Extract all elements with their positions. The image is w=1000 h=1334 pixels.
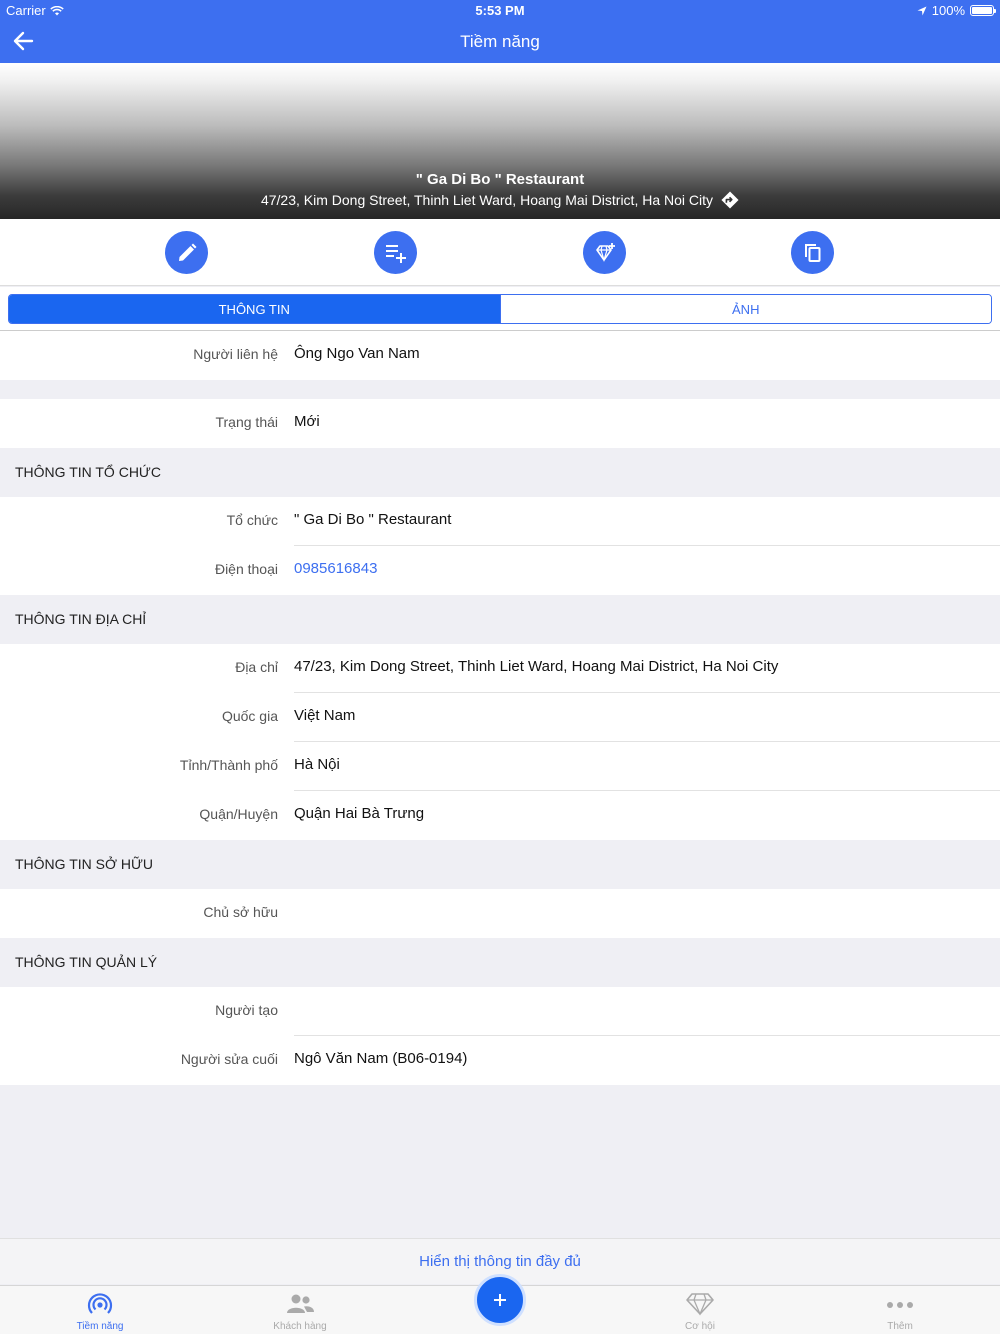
section-title: THÔNG TIN TỔ CHỨC [15,464,161,480]
country-label: Quốc gia [221,708,278,724]
show-full-link[interactable]: Hiển thị thông tin đầy đủ [419,1253,581,1270]
diamond-icon [686,1293,714,1316]
segmented-control: THÔNG TIN ẢNH [8,294,992,324]
province-row: Tỉnh/Thành phố Hà Nội [0,742,1000,791]
status-row: Trạng thái Mới [0,399,1000,448]
modifier-row: Người sửa cuối Ngô Văn Nam (B06-0194) [0,1036,1000,1085]
tab-customers[interactable]: Khách hàng [240,1286,360,1334]
status-label: Trạng thái [215,414,278,430]
tab-label: Cơ hội [685,1321,715,1332]
battery-percent: 100% [931,3,965,18]
contact-row: Người liên hệ Ông Ngo Van Nam [0,331,1000,380]
owner-section-header: THÔNG TIN SỞ HỮU [0,840,1000,889]
people-icon [287,1294,314,1313]
org-section-header: THÔNG TIN TỔ CHỨC [0,448,1000,497]
phone-label: Điện thoại [214,561,278,577]
copy-icon [804,243,820,262]
nav-bar: Tiềm năng [0,20,1000,63]
contact-value: Ông Ngo Van Nam [294,345,420,362]
address-section-header: THÔNG TIN ĐỊA CHỈ [0,595,1000,644]
section-title: THÔNG TIN SỞ HỮU [15,856,154,872]
modifier-value: Ngô Văn Nam (B06-0194) [294,1050,468,1067]
add-activity-button[interactable] [374,231,417,274]
location-arrow-icon [917,6,927,15]
contact-name: Ngo Van Nam [326,345,420,362]
district-label: Quận/Huyện [199,806,278,822]
tab-label: Thêm [887,1321,913,1332]
edit-button[interactable] [165,231,208,274]
country-value: Việt Nam [294,707,356,724]
status-right: 100% [917,3,996,18]
spacer [0,380,1000,399]
tab-label: Khách hàng [273,1321,327,1332]
province-value: Hà Nội [294,756,340,773]
phone-row: Điện thoại 0985616843 [0,546,1000,595]
section-title: THÔNG TIN QUẢN LÝ [15,954,158,970]
battery-icon [970,5,996,16]
plus-icon [494,1294,506,1306]
add-button[interactable] [474,1274,526,1326]
segment-container: THÔNG TIN ẢNH [0,287,1000,331]
address-label: Địa chỉ [235,659,278,675]
section-title: THÔNG TIN ĐỊA CHỈ [15,611,147,627]
lead-name: " Ga Di Bo " Restaurant [415,171,585,188]
lead-address: 47/23, Kim Dong Street, Thinh Liet Ward,… [260,192,714,208]
owner-row: Chủ sở hữu [0,889,1000,938]
modifier-label: Người sửa cuối [180,1051,278,1067]
tab-opportunities[interactable]: Cơ hội [640,1286,760,1334]
action-bar [0,219,1000,286]
detail-list: Người liên hệ Ông Ngo Van Nam Trạng thái… [0,331,1000,1085]
creator-label: Người tạo [215,1002,278,1018]
lead-address-line: 47/23, Kim Dong Street, Thinh Liet Ward,… [0,191,1000,209]
arrow-left-icon [13,31,34,51]
more-dots-icon [887,1302,913,1308]
back-button[interactable] [8,26,38,56]
district-value: Quận Hai Bà Trưng [294,805,425,822]
tab-photos[interactable]: ẢNH [499,295,991,323]
creator-row: Người tạo [0,987,1000,1036]
organization-value: " Ga Di Bo " Restaurant [294,511,452,528]
status-value: Mới [294,413,320,430]
owner-label: Chủ sở hữu [203,904,278,920]
organization-row: Tổ chức " Ga Di Bo " Restaurant [0,497,1000,546]
clock: 5:53 PM [475,3,525,18]
status-bar: Carrier 5:53 PM 100% [0,0,1000,20]
directions-icon[interactable] [721,191,739,209]
convert-opportunity-button[interactable] [583,231,626,274]
phone-link[interactable]: 0985616843 [294,560,377,577]
address-row: Địa chỉ 47/23, Kim Dong Street, Thinh Li… [0,644,1000,693]
top-bar: Carrier 5:53 PM 100% Tiềm năng [0,0,1000,63]
tab-leads[interactable]: Tiềm năng [40,1286,160,1334]
manage-section-header: THÔNG TIN QUẢN LÝ [0,938,1000,987]
tab-label: Tiềm năng [76,1321,124,1332]
address-value: 47/23, Kim Dong Street, Thinh Liet Ward,… [294,658,779,675]
add-diamond-icon [595,242,615,262]
signal-icon [87,1293,113,1314]
page-title: Tiềm năng [460,32,540,51]
province-label: Tỉnh/Thành phố [179,757,278,773]
contact-salutation: Ông [294,345,323,362]
tab-more[interactable]: Thêm [840,1286,960,1334]
organization-label: Tổ chức [226,512,278,528]
tab-info[interactable]: THÔNG TIN [9,295,500,323]
country-row: Quốc gia Việt Nam [0,693,1000,742]
edit-icon [178,243,196,261]
lead-header: " Ga Di Bo " Restaurant 47/23, Kim Dong … [0,63,1000,219]
copy-button[interactable] [791,231,834,274]
add-list-icon [385,244,406,263]
district-row: Quận/Huyện Quận Hai Bà Trưng [0,791,1000,840]
contact-label: Người liên hệ [193,346,278,362]
